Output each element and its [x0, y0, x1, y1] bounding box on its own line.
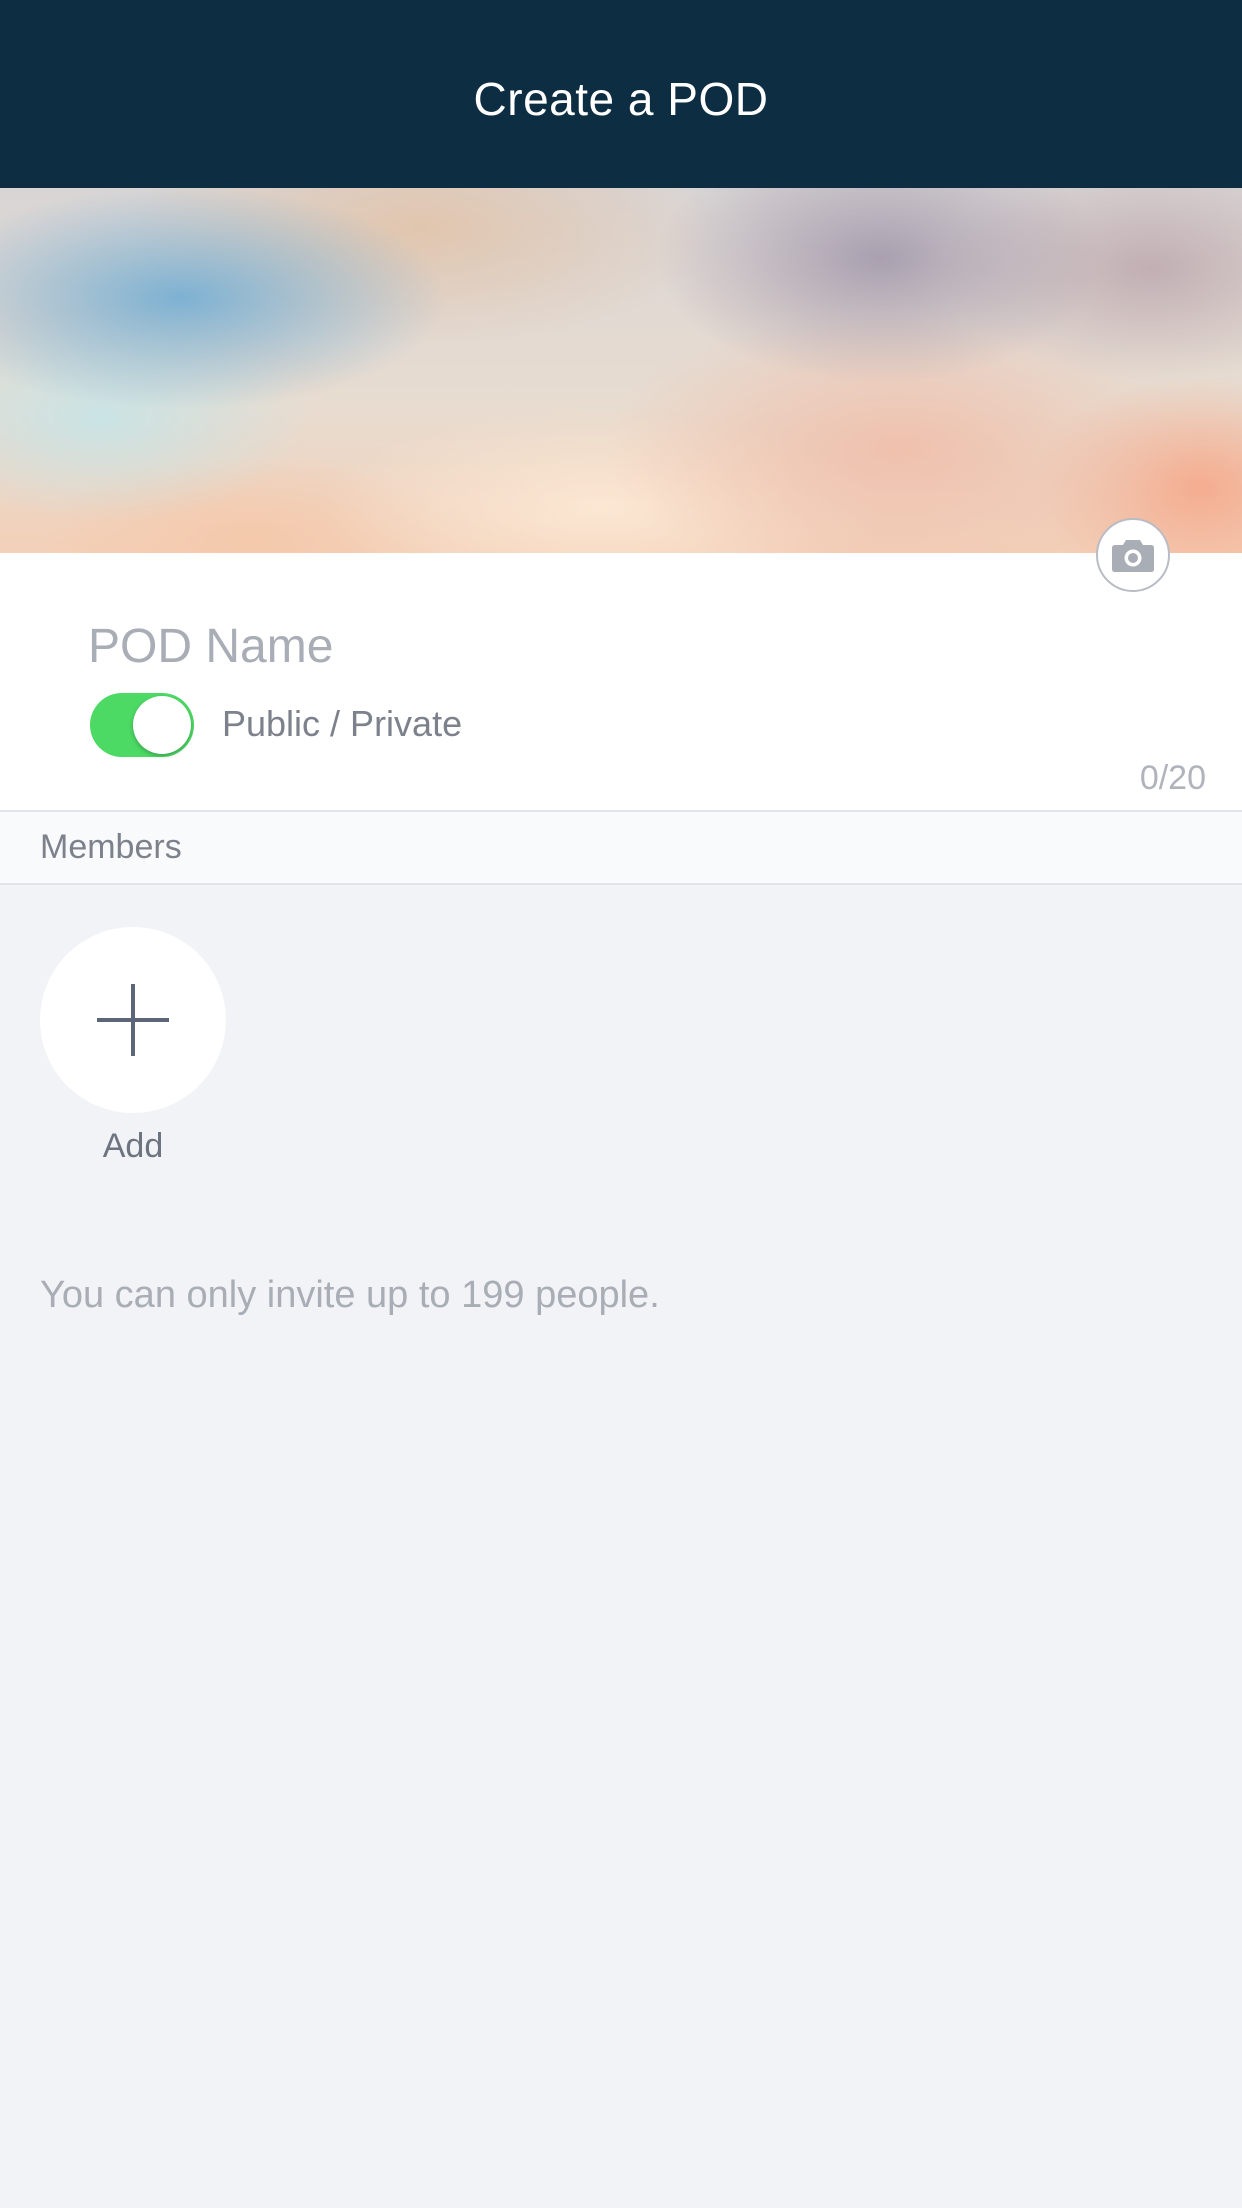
members-label: Members: [40, 828, 182, 866]
nav-bar: Create a POD: [0, 0, 1242, 188]
camera-icon: [1112, 540, 1154, 572]
invite-limit-note: You can only invite up to 199 people.: [40, 1274, 660, 1316]
visibility-label: Public / Private: [222, 703, 463, 744]
add-member-button[interactable]: [40, 927, 226, 1113]
public-private-toggle[interactable]: [90, 693, 194, 757]
pod-name-input[interactable]: [88, 611, 988, 681]
pod-details-section: Public / Private 0/20: [0, 553, 1242, 812]
members-section-header: Members: [0, 812, 1242, 885]
change-cover-button[interactable]: [1096, 518, 1170, 592]
add-member-label: Add: [102, 1127, 164, 1165]
plus-icon: [97, 984, 169, 1056]
name-char-count: 0/20: [1139, 759, 1206, 797]
page-title: Create a POD: [473, 73, 769, 125]
toggle-knob: [133, 696, 191, 754]
create-pod-screen: Create a POD Public / Private 0/20 Membe…: [0, 0, 1242, 2208]
cover-image[interactable]: [0, 188, 1242, 553]
